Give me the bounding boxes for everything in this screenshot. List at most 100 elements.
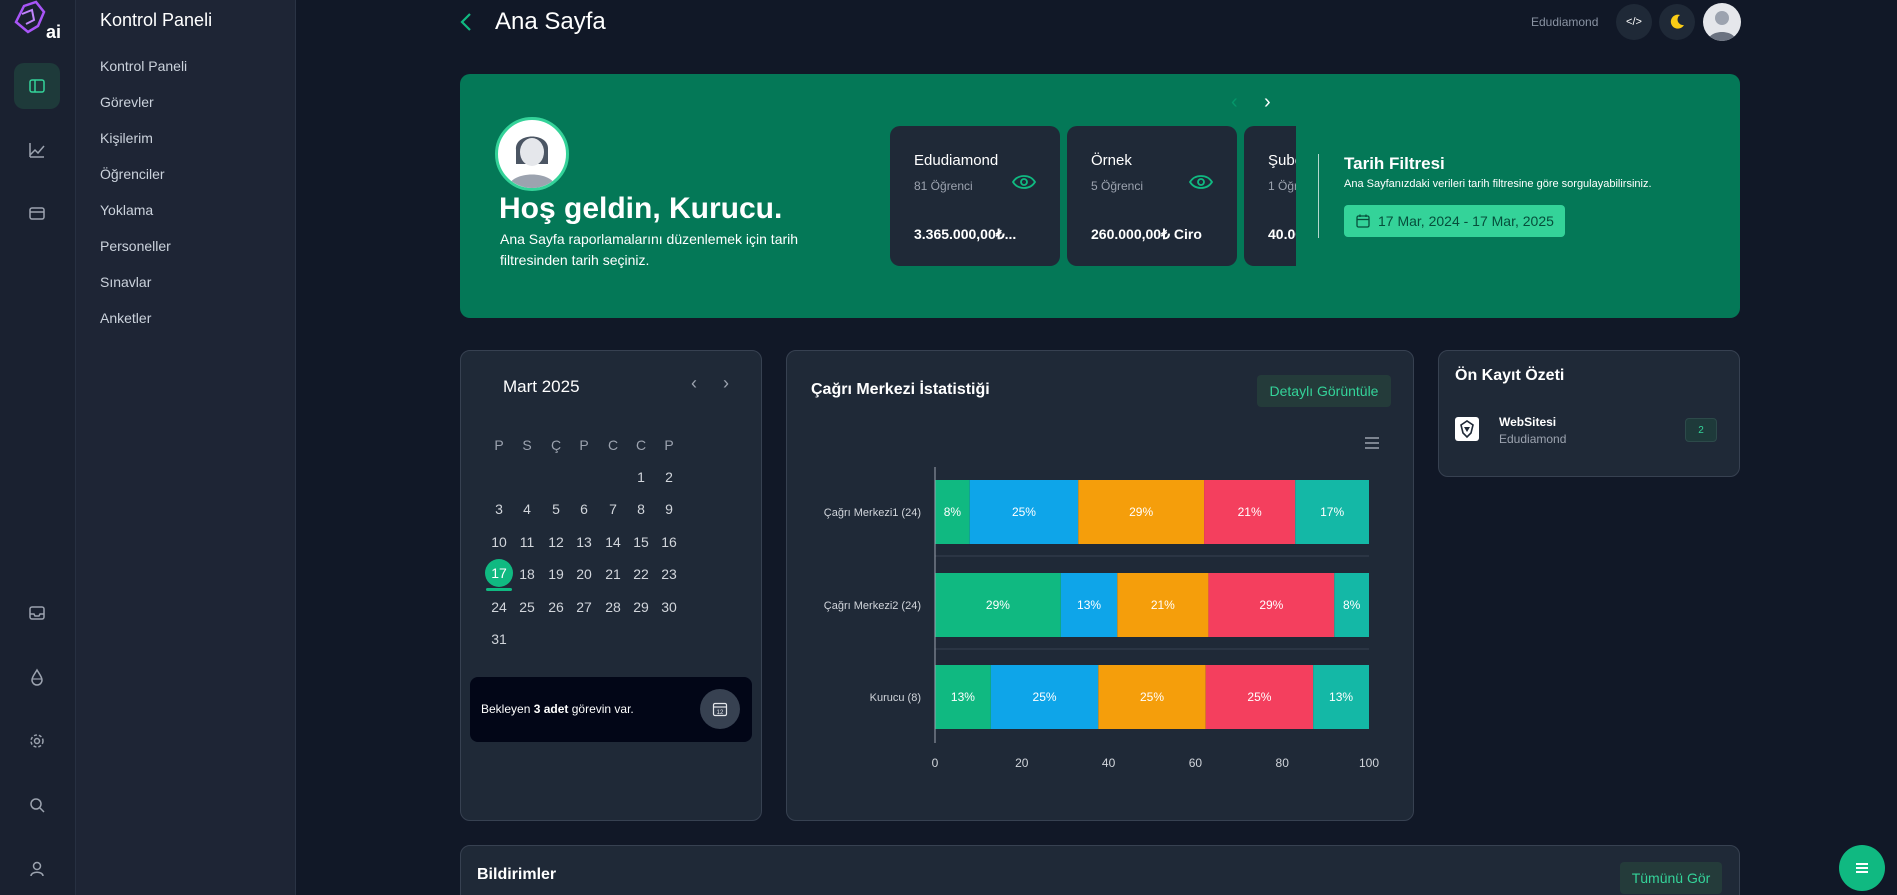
see-all-button[interactable]: Tümünü Gör	[1620, 862, 1722, 894]
branch-card[interactable]: Edudiamond 81 Öğrenci 3.365.000,00₺...	[890, 126, 1060, 266]
calendar-day[interactable]: 22	[626, 566, 656, 582]
calendar-day[interactable]: 16	[654, 534, 684, 550]
calendar-day[interactable]: 4	[512, 501, 542, 517]
moon-icon	[1670, 14, 1684, 29]
calendar-icon	[1356, 214, 1370, 228]
calendar-day[interactable]: 12	[541, 534, 571, 550]
calendar-day[interactable]: 13	[569, 534, 599, 550]
calendar-day[interactable]: 21	[598, 566, 628, 582]
bar-data-label: 13%	[1329, 690, 1353, 704]
bar-data-label: 29%	[1129, 505, 1153, 519]
calendar-day[interactable]: 8	[626, 501, 656, 517]
calendar-day[interactable]: 2	[654, 469, 684, 485]
calendar-day[interactable]: 7	[598, 501, 628, 517]
user-name: Edudiamond	[1531, 15, 1599, 29]
cards-next-chevron-icon[interactable]: ›	[1264, 91, 1271, 114]
menu-item-sinavlar[interactable]: Sınavlar	[100, 274, 151, 290]
y-tick-label: Çağrı Merkezi2 (24)	[824, 600, 921, 612]
wallet-rail-button[interactable]	[14, 190, 60, 236]
menu-item-yoklama[interactable]: Yoklama	[100, 202, 153, 218]
eye-icon[interactable]	[1189, 174, 1213, 190]
calendar-day[interactable]: 26	[541, 599, 571, 615]
inbox-rail-button[interactable]	[14, 590, 60, 636]
x-tick-label: 40	[1102, 756, 1116, 770]
branch-card[interactable]: Şube 1 Öğrenci 40.000,00₺ Ciro	[1244, 126, 1296, 266]
calendar-day[interactable]: 20	[569, 566, 599, 582]
calendar-day[interactable]: 29	[626, 599, 656, 615]
search-icon	[30, 798, 45, 813]
date-range-value: 17 Mar, 2024 - 17 Mar, 2025	[1378, 213, 1554, 229]
x-tick-label: 60	[1189, 756, 1203, 770]
date-range-picker[interactable]: 17 Mar, 2024 - 17 Mar, 2025	[1344, 205, 1565, 237]
theme-drop-rail-button[interactable]	[14, 654, 60, 700]
pre-registration-source: WebSitesi	[1499, 415, 1557, 429]
branch-card[interactable]: Örnek 5 Öğrenci 260.000,00₺ Ciro	[1067, 126, 1237, 266]
settings-rail-button[interactable]	[14, 718, 60, 764]
y-tick-label: Kurucu (8)	[870, 692, 921, 704]
dashboard-rail-button[interactable]	[14, 63, 60, 109]
calendar-day[interactable]: 10	[484, 534, 514, 550]
hero-avatar	[495, 117, 569, 191]
calendar-day[interactable]: 25	[512, 599, 542, 615]
card-name: Şube	[1268, 152, 1296, 169]
icon-rail: ai	[0, 0, 76, 895]
card-name: Edudiamond	[914, 152, 999, 169]
eye-icon[interactable]	[1012, 174, 1036, 190]
calendar-panel: Mart 2025 ‹ › P S Ç P C C P 1 2 3 4 5 6 7 8 9 10 11 12 13 14…	[460, 350, 762, 821]
weekday-label: P	[664, 437, 674, 453]
user-avatar[interactable]	[1703, 3, 1741, 41]
calendar-day[interactable]: 23	[654, 566, 684, 582]
menu-item-kontrol-paneli[interactable]: Kontrol Paneli	[100, 58, 187, 74]
date-filter-subtitle: Ana Sayfanızdaki verileri tarih filtresi…	[1344, 178, 1652, 190]
calendar-day[interactable]: 28	[598, 599, 628, 615]
svg-text:12: 12	[717, 710, 724, 716]
bar-data-label: 25%	[1247, 690, 1271, 704]
bar-data-label: 29%	[1259, 598, 1283, 612]
floating-menu-button[interactable]	[1839, 845, 1885, 891]
calendar-prev-chevron-icon[interactable]: ‹	[691, 373, 697, 394]
calendar-day[interactable]: 24	[484, 599, 514, 615]
stacked-bar-chart: 8% 25% 29% 21% 17% Çağrı Merkezi1 (24) 29% 13% 2…	[824, 437, 1379, 770]
cards-prev-chevron-icon[interactable]: ‹	[1231, 91, 1238, 114]
calendar-day[interactable]: 6	[569, 501, 599, 517]
calendar-next-chevron-icon[interactable]: ›	[723, 373, 729, 394]
calendar-day-today[interactable]: 17	[485, 559, 513, 588]
branch-cards: Edudiamond 81 Öğrenci 3.365.000,00₺... Ö…	[890, 126, 1296, 268]
bar-data-label: 25%	[1033, 690, 1057, 704]
call-center-chart-panel: Çağrı Merkezi İstatistiği Detaylı Görünt…	[786, 350, 1414, 821]
calendar-day[interactable]: 3	[484, 501, 514, 517]
profile-rail-button[interactable]	[14, 846, 60, 892]
weekday-label: S	[522, 437, 532, 453]
calendar-day[interactable]: 5	[541, 501, 571, 517]
code-icon: </>	[1626, 16, 1642, 28]
calendar-day[interactable]: 11	[512, 534, 542, 550]
sidebar-layout-icon	[29, 79, 45, 93]
code-button[interactable]: </>	[1616, 4, 1652, 40]
calendar-day[interactable]: 31	[484, 631, 514, 647]
pre-registration-count-badge: 2	[1685, 418, 1717, 442]
calendar-day[interactable]: 14	[598, 534, 628, 550]
back-chevron-icon[interactable]	[455, 10, 479, 34]
menu-item-ogrenciler[interactable]: Öğrenciler	[100, 166, 165, 182]
calendar-day[interactable]: 1	[626, 469, 656, 485]
chart-menu-icon[interactable]	[1365, 437, 1379, 449]
menu-item-kisilerim[interactable]: Kişilerim	[100, 130, 153, 146]
calendar-day[interactable]: 18	[512, 566, 542, 582]
weekday-label: C	[635, 437, 647, 453]
calendar-day[interactable]: 15	[626, 534, 656, 550]
analytics-rail-button[interactable]	[14, 127, 60, 173]
app-logo[interactable]: ai	[10, 0, 64, 42]
theme-toggle-button[interactable]	[1659, 4, 1695, 40]
date-filter-title: Tarih Filtresi	[1344, 154, 1445, 173]
menu-item-gorevler[interactable]: Görevler	[100, 94, 154, 110]
bar-data-label: 25%	[1140, 690, 1164, 704]
search-rail-button[interactable]	[14, 782, 60, 828]
calendar-day[interactable]: 19	[541, 566, 571, 582]
tasks-calendar-button[interactable]: 12	[700, 689, 740, 729]
calendar-day[interactable]: 30	[654, 599, 684, 615]
bar-data-label: 8%	[1343, 598, 1361, 612]
menu-item-anketler[interactable]: Anketler	[100, 310, 151, 326]
menu-item-personeller[interactable]: Personeller	[100, 238, 171, 254]
calendar-day[interactable]: 27	[569, 599, 599, 615]
calendar-day[interactable]: 9	[654, 501, 684, 517]
